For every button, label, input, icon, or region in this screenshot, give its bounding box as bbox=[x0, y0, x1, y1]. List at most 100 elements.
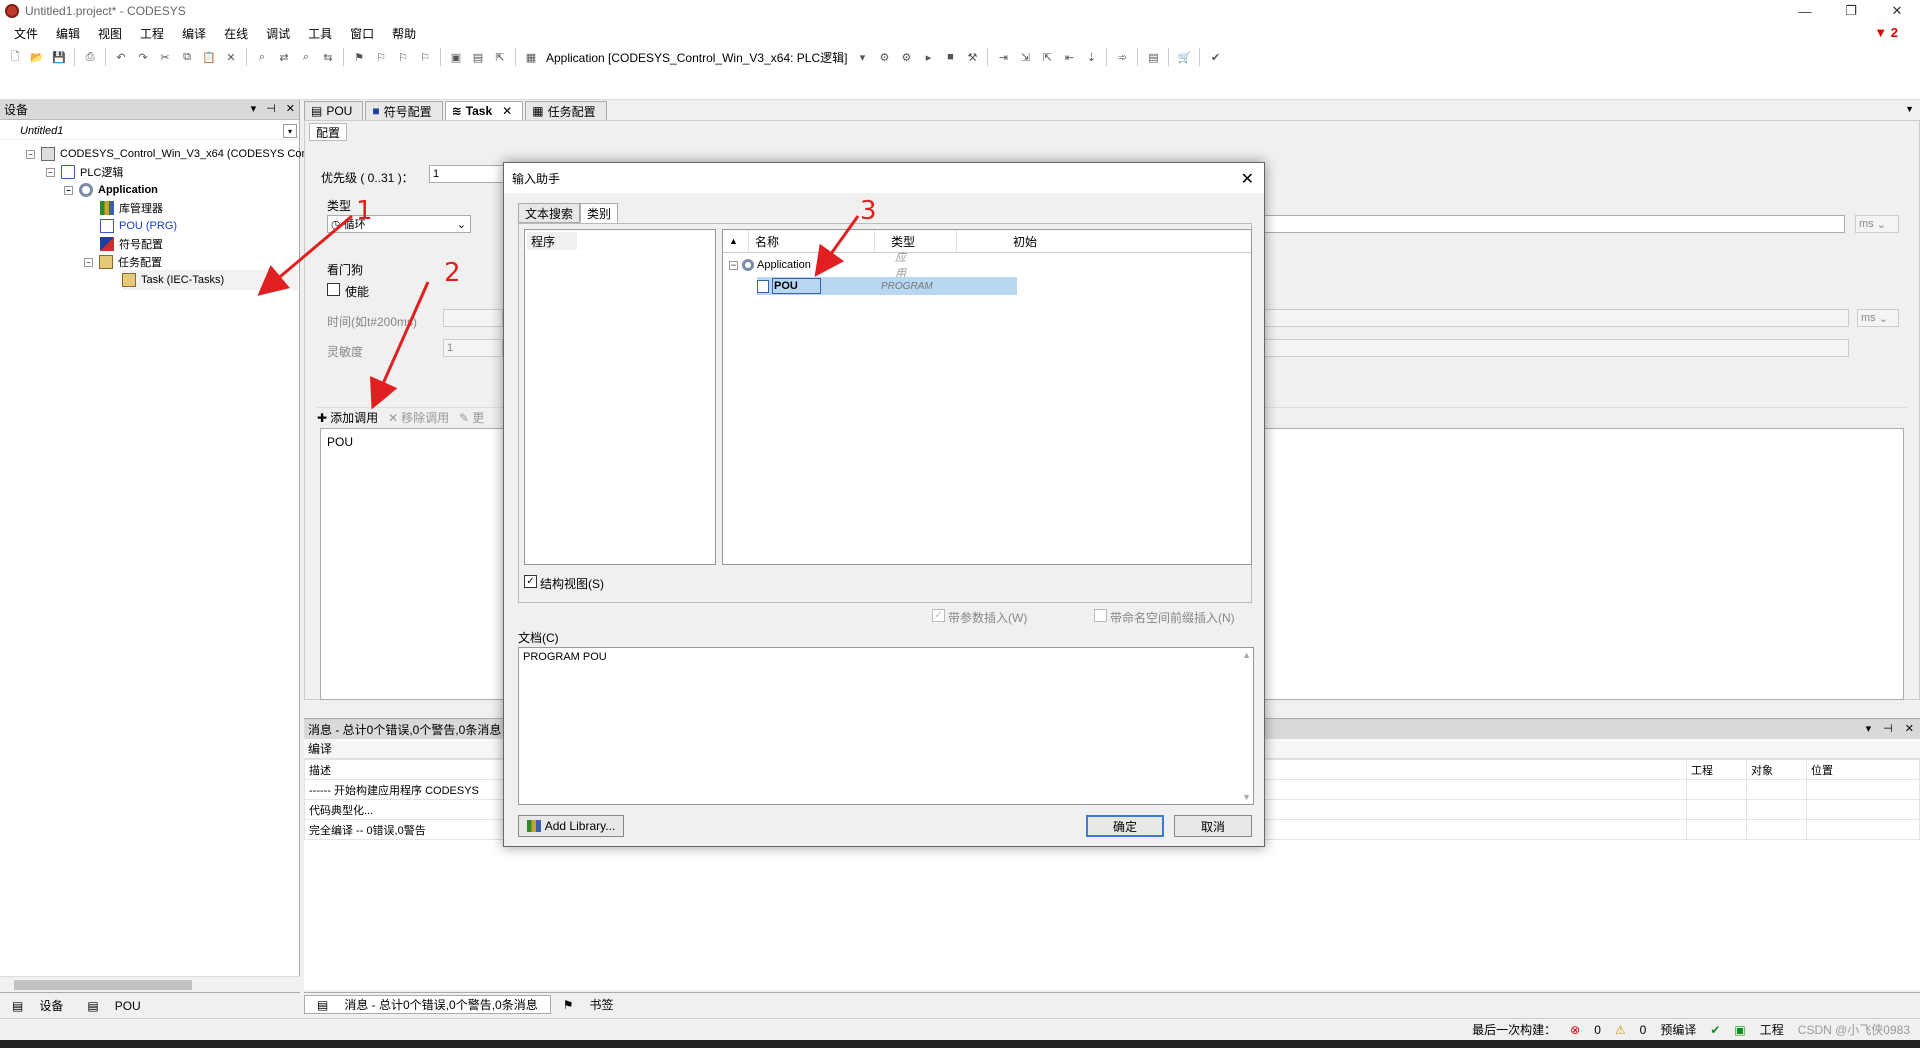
tree-application[interactable]: − Application bbox=[64, 180, 158, 200]
structured-view-checkbox[interactable]: ✓ bbox=[524, 575, 537, 588]
paste-icon[interactable]: 📋 bbox=[200, 49, 218, 65]
delete-icon[interactable]: ✕ bbox=[222, 49, 240, 65]
bookmark-next-icon[interactable]: ⚐ bbox=[394, 49, 412, 65]
add-library-button[interactable]: Add Library... bbox=[518, 815, 624, 837]
find-icon[interactable]: ⌕ bbox=[253, 49, 271, 65]
collapse-icon[interactable]: − bbox=[84, 257, 93, 267]
print-icon[interactable]: ⎙ bbox=[81, 49, 99, 65]
menu-edit[interactable]: 编辑 bbox=[56, 25, 90, 42]
tabs-dropdown-icon[interactable]: ▼ bbox=[1905, 104, 1914, 114]
force-icon[interactable]: ⇣ bbox=[1082, 49, 1100, 65]
col-name[interactable]: 名称 bbox=[755, 230, 875, 252]
run-icon[interactable]: ▸ bbox=[919, 49, 937, 65]
tree-library-manager[interactable]: 库管理器 bbox=[100, 198, 163, 218]
collapse-icon[interactable]: − bbox=[26, 149, 35, 159]
logout-icon[interactable]: ⚙ bbox=[897, 49, 915, 65]
project-combo[interactable]: Untitled1 ▾ bbox=[0, 122, 299, 140]
error-flag-icon[interactable]: ▼ 2 bbox=[1874, 25, 1898, 40]
check-icon[interactable]: ✔ bbox=[1206, 49, 1224, 65]
window-icon[interactable]: ▣ bbox=[447, 49, 465, 65]
documentation-box[interactable]: PROGRAM POU ▲ ▼ bbox=[518, 647, 1254, 805]
menu-online[interactable]: 在线 bbox=[224, 25, 258, 42]
chevron-down-icon[interactable]: ⌄ bbox=[457, 218, 466, 231]
tab-config[interactable]: 配置 bbox=[309, 123, 348, 141]
menu-project[interactable]: 工程 bbox=[140, 25, 174, 42]
type-select[interactable]: ◷ 循环 ⌄ bbox=[327, 215, 471, 233]
reset-icon[interactable]: ⚒ bbox=[963, 49, 981, 65]
write-icon[interactable]: ➾ bbox=[1113, 49, 1131, 65]
tree-task[interactable]: Task (IEC-Tasks) bbox=[122, 270, 298, 290]
replace-all-icon[interactable]: ⇆ bbox=[319, 49, 337, 65]
cart-icon[interactable]: 🛒 bbox=[1175, 49, 1193, 65]
tab-pou[interactable]: ▤ POU bbox=[75, 999, 152, 1013]
tab-symbol-config[interactable]: ■ 符号配置 bbox=[365, 101, 443, 120]
sensitivity-input-right[interactable] bbox=[1255, 339, 1849, 357]
tree-plc-logic[interactable]: − PLC逻辑 bbox=[46, 162, 123, 182]
col-object[interactable]: 对象 bbox=[1746, 759, 1807, 780]
collapse-icon[interactable]: − bbox=[64, 185, 73, 195]
undo-icon[interactable]: ↶ bbox=[112, 49, 130, 65]
stop-icon[interactable]: ■ bbox=[941, 49, 959, 65]
remove-call-button[interactable]: ✕ 移除调用 bbox=[388, 409, 449, 426]
tab-task[interactable]: ≋ Task ✕ bbox=[444, 101, 524, 120]
new-icon[interactable]: 🗋 bbox=[6, 49, 24, 65]
bookmark-clear-icon[interactable]: ⚐ bbox=[416, 49, 434, 65]
tree-pou[interactable]: POU (PRG) bbox=[100, 216, 177, 236]
active-application-select[interactable]: Application [CODESYS_Control_Win_V3_x64:… bbox=[546, 49, 847, 66]
cut-icon[interactable]: ✂ bbox=[156, 49, 174, 65]
add-call-button[interactable]: ✚ 添加调用 bbox=[317, 409, 378, 426]
insert-with-args-checkbox[interactable]: ✓ bbox=[932, 609, 945, 622]
step-into-icon[interactable]: ⇲ bbox=[1016, 49, 1034, 65]
tab-devices[interactable]: ▤ 设备 bbox=[0, 997, 75, 1014]
chevron-down-icon[interactable]: ▾ bbox=[853, 49, 871, 65]
tab-bookmarks[interactable]: ⚑ 书签 bbox=[551, 996, 626, 1013]
collapse-icon[interactable]: − bbox=[46, 167, 55, 177]
collapse-icon[interactable]: − bbox=[729, 260, 738, 270]
category-item-program[interactable]: 程序 bbox=[527, 232, 577, 250]
step-over-icon[interactable]: ⇥ bbox=[994, 49, 1012, 65]
save-icon[interactable]: 💾 bbox=[50, 49, 68, 65]
close-pane-icon[interactable]: ✕ bbox=[1905, 722, 1914, 735]
tree-row-pou[interactable]: POU PROGRAM bbox=[757, 277, 933, 295]
ok-button[interactable]: 确定 bbox=[1086, 815, 1164, 837]
insert-with-namespace-checkbox[interactable] bbox=[1094, 609, 1107, 622]
menu-file[interactable]: 文件 bbox=[14, 25, 48, 42]
tab-messages[interactable]: ▤ 消息 - 总计0个错误,0个警告,0条消息 bbox=[304, 995, 551, 1014]
menu-window[interactable]: 窗口 bbox=[350, 25, 384, 42]
close-tab-icon[interactable]: ✕ bbox=[502, 104, 512, 118]
time-input-left[interactable] bbox=[443, 309, 503, 327]
bookmark-icon[interactable]: ⚑ bbox=[350, 49, 368, 65]
scroll-down-icon[interactable]: ▼ bbox=[1242, 792, 1251, 802]
chevron-down-icon[interactable]: ▾ bbox=[283, 124, 297, 138]
time-input[interactable] bbox=[1255, 309, 1849, 327]
tree-row-application[interactable]: − Application 应用 bbox=[729, 252, 906, 280]
replace-icon[interactable]: ⇄ bbox=[275, 49, 293, 65]
menu-debug[interactable]: 调试 bbox=[266, 25, 300, 42]
tab-text-search[interactable]: 文本搜索 bbox=[518, 203, 581, 223]
layout-icon[interactable]: ▤ bbox=[469, 49, 487, 65]
col-position[interactable]: 位置 bbox=[1806, 759, 1920, 780]
menu-tools[interactable]: 工具 bbox=[308, 25, 342, 42]
devices-hscrollbar[interactable] bbox=[0, 976, 300, 992]
monitor-icon[interactable]: ▤ bbox=[1144, 49, 1162, 65]
pane-menu-icon[interactable]: ▾ bbox=[1866, 722, 1872, 735]
sensitivity-input[interactable]: 1 bbox=[443, 339, 503, 357]
restore-button[interactable]: ❐ bbox=[1828, 0, 1874, 22]
app-icon[interactable]: ▦ bbox=[522, 49, 540, 65]
change-call-button[interactable]: ✎ 更 bbox=[459, 409, 484, 426]
tree-task-config[interactable]: − 任务配置 bbox=[84, 252, 162, 272]
close-pane-icon[interactable]: ✕ bbox=[286, 102, 295, 115]
sort-up-icon[interactable]: ▲ bbox=[729, 230, 749, 252]
pin-icon[interactable]: ⊣ bbox=[266, 102, 276, 115]
watchdog-enable-checkbox[interactable] bbox=[327, 283, 340, 296]
redo-icon[interactable]: ↷ bbox=[134, 49, 152, 65]
interval-unit-select[interactable]: ms ⌄ bbox=[1855, 215, 1899, 233]
col-initial[interactable]: 初始 bbox=[1013, 230, 1073, 252]
tree-device[interactable]: − CODESYS_Control_Win_V3_x64 (CODESYS Co… bbox=[26, 144, 314, 164]
bookmark-prev-icon[interactable]: ⚐ bbox=[372, 49, 390, 65]
close-window-button[interactable]: ✕ bbox=[1874, 0, 1920, 22]
minimize-button[interactable]: — bbox=[1782, 0, 1828, 22]
find-all-icon[interactable]: ⌕ bbox=[297, 49, 315, 65]
tab-categories[interactable]: 类别 bbox=[580, 203, 619, 223]
login-icon[interactable]: ⚙ bbox=[875, 49, 893, 65]
